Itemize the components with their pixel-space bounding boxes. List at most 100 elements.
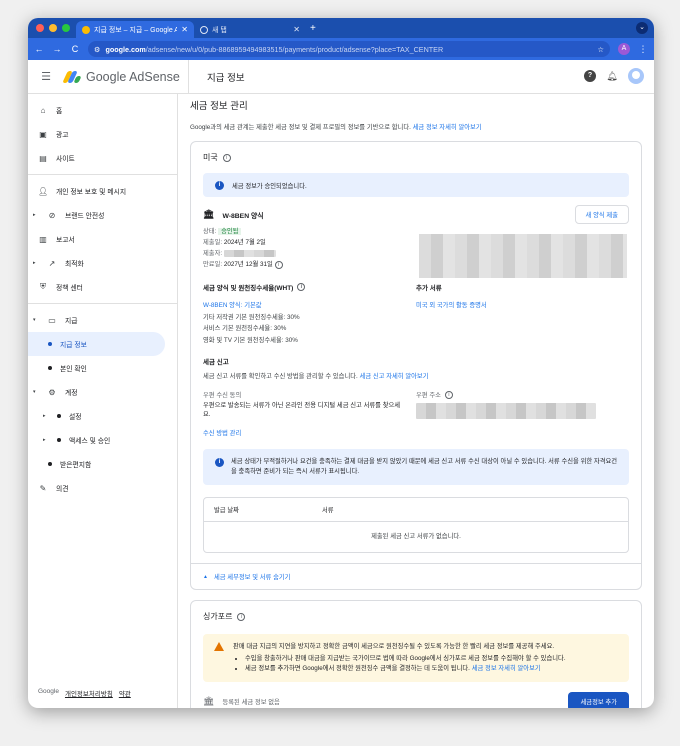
tab-title: 새 탭 xyxy=(212,26,227,34)
collapse-caret-icon: ▾ xyxy=(33,317,36,323)
sg-tax-learn-more-link[interactable]: 세금 정보 자세히 알아보기 xyxy=(472,665,541,672)
approved-banner: i 세금 정보가 승인되었습니다. xyxy=(203,173,629,197)
bookmark-star-icon[interactable]: ☆ xyxy=(598,45,604,54)
tax-filing-description: 세금 신고 서류를 확인하고 수신 방법을 관리할 수 있습니다. 세금 신고 … xyxy=(203,373,429,380)
sidebar-item-payment-info[interactable]: 지급 정보 xyxy=(28,332,165,356)
menu-icon[interactable]: ☰ xyxy=(28,70,64,83)
close-window-button[interactable] xyxy=(36,24,44,32)
adsense-logo-icon xyxy=(62,70,82,83)
sidebar-footer: Google 개인정보처리방침 약관 xyxy=(38,688,131,698)
expand-caret-icon: ▸ xyxy=(33,260,36,266)
reports-icon: ▥ xyxy=(39,234,47,244)
registered-tax-row: 🏛︎ 등록된 세금 정보 없음 세금정보 추가 xyxy=(203,691,629,708)
tab-new[interactable]: 새 탭 ✕ xyxy=(194,21,306,38)
close-tab-icon[interactable]: ✕ xyxy=(181,25,188,34)
privacy-icon: 👤︎ xyxy=(38,186,49,196)
status-badge: 승인됨 xyxy=(218,228,242,235)
privacy-policy-link[interactable]: 개인정보처리방침 xyxy=(65,688,113,698)
terms-link[interactable]: 약관 xyxy=(119,688,131,698)
shield-icon: ⛨ xyxy=(40,282,46,291)
sidebar-item-optimize[interactable]: ▸ ↗ 최적화 xyxy=(28,251,177,275)
tab-title: 지급 정보 – 지급 – Google AdSense xyxy=(94,26,178,34)
bullet-icon xyxy=(48,342,52,346)
form-row: 🏛︎ W-8BEN 양식 새 양식 제출 xyxy=(203,205,629,224)
tax-filing-title: 세금 신고 xyxy=(203,359,229,366)
profile-avatar[interactable]: A xyxy=(618,43,630,55)
form-title: 🏛︎ W-8BEN 양식 xyxy=(203,209,264,220)
info-icon[interactable]: i xyxy=(222,153,231,162)
adsense-favicon-icon xyxy=(82,25,90,34)
chevron-up-icon: ▲ xyxy=(203,573,208,580)
sidebar-item-brand-safety[interactable]: ▸ ⊘ 브랜드 안전성 xyxy=(28,203,177,227)
activity-certificate-link[interactable]: 미국 외 국가의 활동 증명서 xyxy=(416,300,629,312)
sidebar-item-privacy[interactable]: 👤︎ 개인 정보 보호 및 메시지 xyxy=(28,179,177,203)
trend-icon: ↗ xyxy=(48,258,56,268)
delivery-section: 우편 수신 동의 우편으로 발송되는 서류가 아닌 온라인 전용 디지털 세금 … xyxy=(203,390,629,437)
bullet-icon xyxy=(48,462,52,466)
table-empty-state: 제출된 세금 신고 서류가 없습니다. xyxy=(371,533,461,540)
sidebar-item-settings[interactable]: ▸ 설정 xyxy=(28,404,177,428)
info-filled-icon: i xyxy=(215,180,224,190)
forward-button[interactable]: → xyxy=(52,44,62,54)
sidebar-item-reports[interactable]: ▥ 보고서 xyxy=(28,227,177,251)
window-controls xyxy=(28,24,76,32)
bullet-icon xyxy=(57,438,61,442)
new-tab-button[interactable]: + xyxy=(310,23,316,34)
section-description: Google과의 세금 관계는 제출한 세금 정보 및 결제 프로필의 정보를 … xyxy=(190,124,482,131)
browser-window: 지급 정보 – 지급 – Google AdSense ✕ 새 탭 ✕ + ⌄ … xyxy=(28,18,654,708)
manage-delivery-link[interactable]: 수신 방법 관리 xyxy=(203,428,404,437)
feedback-icon: ✎ xyxy=(39,483,47,493)
site-settings-icon[interactable]: ⚙ xyxy=(94,45,100,54)
column-header-date: 발급 날짜 xyxy=(214,507,239,514)
redacted-mail-address xyxy=(416,403,596,419)
info-icon[interactable]: i xyxy=(237,612,246,621)
adsense-logo[interactable]: Google AdSense xyxy=(62,69,180,84)
tax-filing-learn-more-link[interactable]: 세금 신고 자세히 알아보기 xyxy=(360,373,429,380)
account-avatar[interactable] xyxy=(628,68,644,84)
reload-button[interactable]: C xyxy=(70,44,80,54)
info-icon[interactable]: i xyxy=(297,283,306,291)
us-tax-card: 미국 i i 세금 정보가 승인되었습니다. 🏛︎ W-8BEN 양식 새 양식… xyxy=(190,141,642,590)
sidebar-item-verification[interactable]: 본인 확인 xyxy=(28,356,177,380)
sidebar-item-ads[interactable]: ▣ 광고 xyxy=(28,122,177,146)
back-button[interactable]: ← xyxy=(34,44,44,54)
tax-info-learn-more-link[interactable]: 세금 정보 자세히 알아보기 xyxy=(413,124,482,131)
brand-name: Google AdSense xyxy=(86,69,180,84)
help-icon[interactable]: ? xyxy=(584,70,596,82)
info-icon[interactable]: i xyxy=(274,261,283,269)
sidebar-item-sites[interactable]: ▤ 사이트 xyxy=(28,146,177,170)
add-tax-info-button[interactable]: 세금정보 추가 xyxy=(568,691,629,708)
expand-caret-icon: ▸ xyxy=(33,212,36,218)
globe-icon xyxy=(200,25,208,34)
w8ben-default-link[interactable]: W-8BEN 양식: 기본값 xyxy=(203,300,416,312)
sidebar-item-access[interactable]: ▸ 액세스 및 승인 xyxy=(28,428,177,452)
tab-search-button[interactable]: ⌄ xyxy=(636,22,648,34)
sidebar-item-inbox[interactable]: 받은편지함 xyxy=(28,452,177,476)
sg-tax-card: 싱가포르 i 판매 대금 지급의 지연을 방지하고 정확한 금액이 세금으로 원… xyxy=(190,600,642,708)
column-header-document: 서류 xyxy=(322,507,334,514)
sidebar-item-account[interactable]: ▾ ⚙ 계정 xyxy=(28,380,177,404)
mail-consent-label: 우편 수신 동의 xyxy=(203,392,242,399)
missing-tax-warning: 판매 대금 지급의 지연을 방지하고 정확한 금액이 세금으로 원천징수될 수 … xyxy=(203,634,629,682)
app-header: ☰ Google AdSense 지급 정보 ? 🔔︎ xyxy=(28,59,654,94)
submit-new-form-button[interactable]: 새 양식 제출 xyxy=(574,205,629,224)
extra-docs-title: 추가 서류 xyxy=(416,285,442,292)
info-icon[interactable]: i xyxy=(444,390,453,399)
sidebar-item-payments[interactable]: ▾ ▭ 지급 xyxy=(28,308,177,332)
hide-details-toggle[interactable]: ▲ 세금 세부정보 및 서류 숨기기 xyxy=(191,563,641,589)
sidebar-item-policy-center[interactable]: ⛨ 정책 센터 xyxy=(28,275,177,299)
warning-bullet: 세금 정보를 추가하면 Google에서 정확한 원천징수 금액을 결정하는 데… xyxy=(245,664,619,674)
tab-adsense[interactable]: 지급 정보 – 지급 – Google AdSense ✕ xyxy=(76,21,194,38)
block-icon: ⊘ xyxy=(48,210,56,220)
mail-consent-value: 우편으로 발송되는 서류가 아닌 온라인 전용 디지털 세금 신고 서류를 찾으… xyxy=(203,402,401,418)
close-tab-icon[interactable]: ✕ xyxy=(293,25,300,34)
sidebar-item-feedback[interactable]: ✎ 의견 xyxy=(28,476,177,500)
redacted-address-block xyxy=(419,234,627,278)
sidebar-item-home[interactable]: ⌂ 홈 xyxy=(28,98,177,122)
minimize-window-button[interactable] xyxy=(49,24,57,32)
url-bar[interactable]: ⚙ google.com/adsense/new/u/0/pub-8868959… xyxy=(88,41,610,57)
notifications-bell-icon[interactable]: 🔔︎ xyxy=(606,70,618,82)
browser-menu-icon[interactable]: ⋮ xyxy=(638,44,648,55)
sidebar-divider xyxy=(28,174,177,175)
zoom-window-button[interactable] xyxy=(62,24,70,32)
